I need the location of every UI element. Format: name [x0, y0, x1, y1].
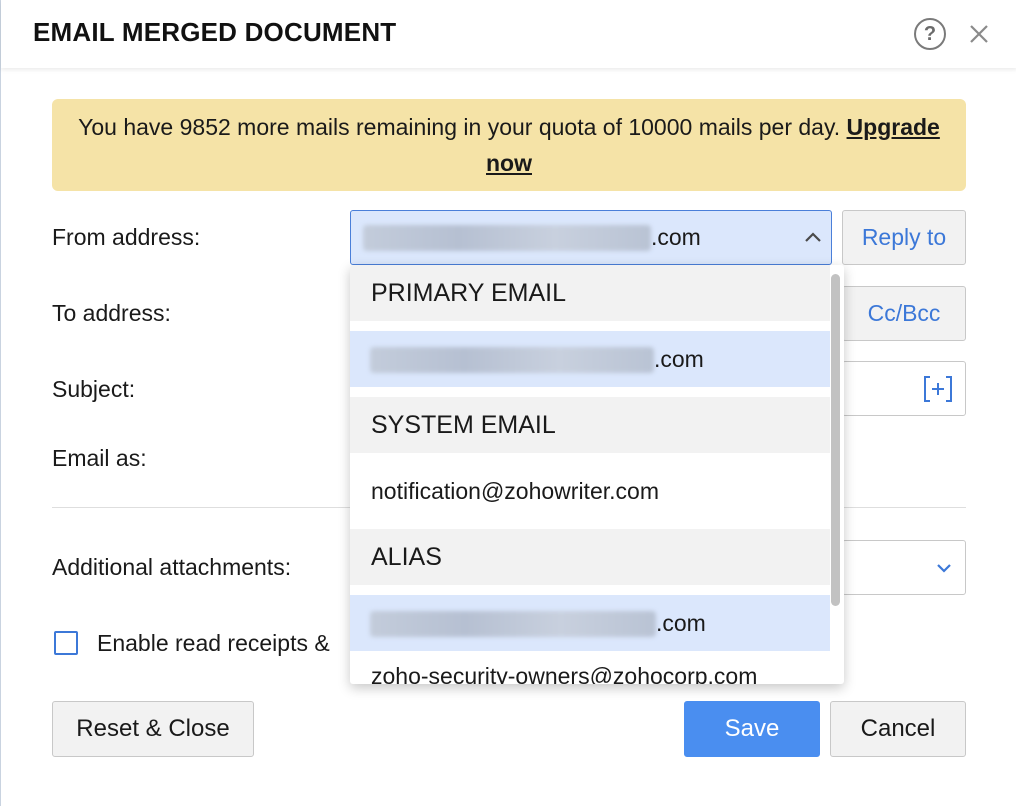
to-address-label: To address: [52, 300, 171, 326]
help-icon[interactable]: ? [914, 18, 946, 50]
dialog-header: EMAIL MERGED DOCUMENT ? [1, 0, 1016, 68]
redacted-email [370, 347, 654, 373]
dropdown-option-system[interactable]: notification@zohowriter.com [350, 463, 830, 519]
from-address-dropdown: PRIMARY EMAIL .com SYSTEM EMAIL notifica… [350, 265, 844, 684]
quota-text: You have 9852 more mails remaining in yo… [78, 114, 841, 140]
chevron-up-icon [805, 232, 821, 242]
dropdown-scrollbar[interactable] [831, 274, 840, 606]
dropdown-option-primary[interactable]: .com [350, 331, 830, 387]
cc-bcc-button[interactable]: Cc/Bcc [842, 286, 966, 341]
from-address-select[interactable]: .com [350, 210, 832, 265]
option-domain: .com [654, 346, 704, 372]
redacted-email [363, 225, 651, 251]
dropdown-group-header: SYSTEM EMAIL [350, 397, 830, 453]
attachments-select[interactable] [842, 540, 966, 595]
subject-label: Subject: [52, 376, 136, 402]
dropdown-option-partial[interactable]: zoho-security-owners@zohocorp.com [371, 663, 757, 684]
cancel-button[interactable]: Cancel [830, 701, 966, 757]
subject-input[interactable] [842, 361, 966, 416]
reset-close-button[interactable]: Reset & Close [52, 701, 254, 757]
email-as-label: Email as: [52, 445, 147, 471]
read-receipts-label: Enable read receipts & [97, 630, 330, 656]
insert-field-icon[interactable] [921, 372, 955, 406]
close-icon[interactable] [963, 18, 995, 50]
from-address-label: From address: [52, 224, 201, 250]
dropdown-group-header: PRIMARY EMAIL [350, 265, 830, 321]
redacted-email [370, 611, 656, 637]
email-merge-dialog: EMAIL MERGED DOCUMENT ? You have 9852 mo… [0, 0, 1016, 806]
attachments-label: Additional attachments: [52, 554, 292, 580]
option-domain: .com [656, 610, 706, 636]
dropdown-group-header: ALIAS [350, 529, 830, 585]
quota-banner: You have 9852 more mails remaining in yo… [52, 99, 966, 191]
dialog-title: EMAIL MERGED DOCUMENT [33, 17, 397, 47]
reply-to-button[interactable]: Reply to [842, 210, 966, 265]
chevron-down-icon [937, 564, 951, 573]
read-receipts-checkbox[interactable] [54, 631, 78, 655]
save-button[interactable]: Save [684, 701, 820, 757]
dropdown-option-alias[interactable]: .com [350, 595, 830, 651]
from-address-domain: .com [651, 224, 701, 250]
